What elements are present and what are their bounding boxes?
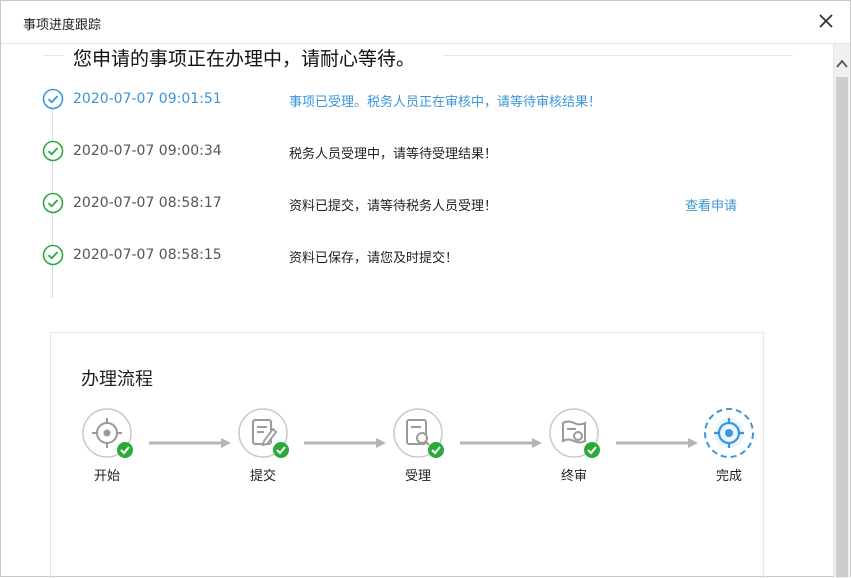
check-circle-icon (42, 244, 64, 266)
flow-arrow (460, 433, 542, 448)
view-application-link[interactable]: 查看申请 (685, 195, 737, 214)
flow-step-label: 受理 (404, 469, 431, 484)
dialog-title: 事项进度跟踪 (23, 18, 102, 33)
certificate-icon (548, 407, 600, 459)
flow-arrow (304, 433, 386, 448)
check-circle-icon (42, 192, 64, 214)
target-icon (81, 407, 133, 459)
flow-step-label: 提交 (249, 469, 276, 484)
edit-document-icon (237, 407, 289, 459)
close-icon[interactable] (816, 11, 836, 31)
timeline-time: 2020-07-07 08:58:15 (73, 247, 222, 263)
flow-arrow (616, 433, 698, 448)
timeline-item: 2020-07-07 09:00:34 税务人员受理中，请等待受理结果！ (1, 140, 833, 170)
timeline-message: 事项已受理。税务人员正在审核中，请等待审核结果！ (289, 95, 602, 110)
flow-step-label: 完成 (715, 469, 742, 484)
scrollbar-thumb[interactable] (836, 77, 848, 577)
timeline-item: 2020-07-07 08:58:15 资料已保存，请您及时提交！ (1, 244, 833, 274)
flow-step-start: 开始 (77, 407, 137, 487)
flow-step-accept: 受理 (388, 407, 448, 487)
dialog-titlebar: 事项进度跟踪 (1, 1, 850, 44)
scroll-up-icon[interactable] (834, 54, 850, 74)
progress-dialog: 事项进度跟踪 您申请的事项正在办理中，请耐心等待。 2020-07-07 09:… (0, 0, 851, 578)
check-circle-icon (42, 88, 64, 110)
flow-step-label: 终审 (560, 469, 587, 484)
search-document-icon (392, 407, 444, 459)
headline-divider-right (443, 55, 793, 56)
flow-arrow (149, 433, 231, 448)
timeline-message: 税务人员受理中，请等待受理结果！ (289, 147, 498, 162)
flow-step-complete: 完成 (699, 407, 759, 487)
timeline-time: 2020-07-07 09:00:34 (73, 143, 222, 159)
check-circle-icon (42, 140, 64, 162)
timeline-message: 资料已保存，请您及时提交！ (289, 251, 459, 266)
dialog-content: 您申请的事项正在办理中，请耐心等待。 2020-07-07 09:01:51 事… (1, 44, 833, 578)
process-flow-panel: 办理流程 开始 提交 受理 终审 完成 (50, 332, 764, 578)
timeline-time: 2020-07-07 08:58:17 (73, 195, 222, 211)
timeline-item: 2020-07-07 09:01:51 事项已受理。税务人员正在审核中，请等待审… (1, 88, 833, 118)
flow-step-final-review: 终审 (544, 407, 604, 487)
timeline-message: 资料已提交，请等待税务人员受理！ (289, 199, 498, 214)
timeline-item: 2020-07-07 08:58:17 资料已提交，请等待税务人员受理！ 查看申… (1, 192, 833, 222)
headline-divider-left (43, 55, 63, 56)
flow-title: 办理流程 (81, 369, 153, 390)
flow-step-submit: 提交 (233, 407, 293, 487)
timeline-time: 2020-07-07 09:01:51 (73, 91, 222, 107)
flow-step-label: 开始 (93, 469, 120, 484)
status-headline: 您申请的事项正在办理中，请耐心等待。 (73, 48, 416, 70)
target-icon (703, 407, 755, 459)
vertical-scrollbar[interactable] (833, 44, 850, 578)
